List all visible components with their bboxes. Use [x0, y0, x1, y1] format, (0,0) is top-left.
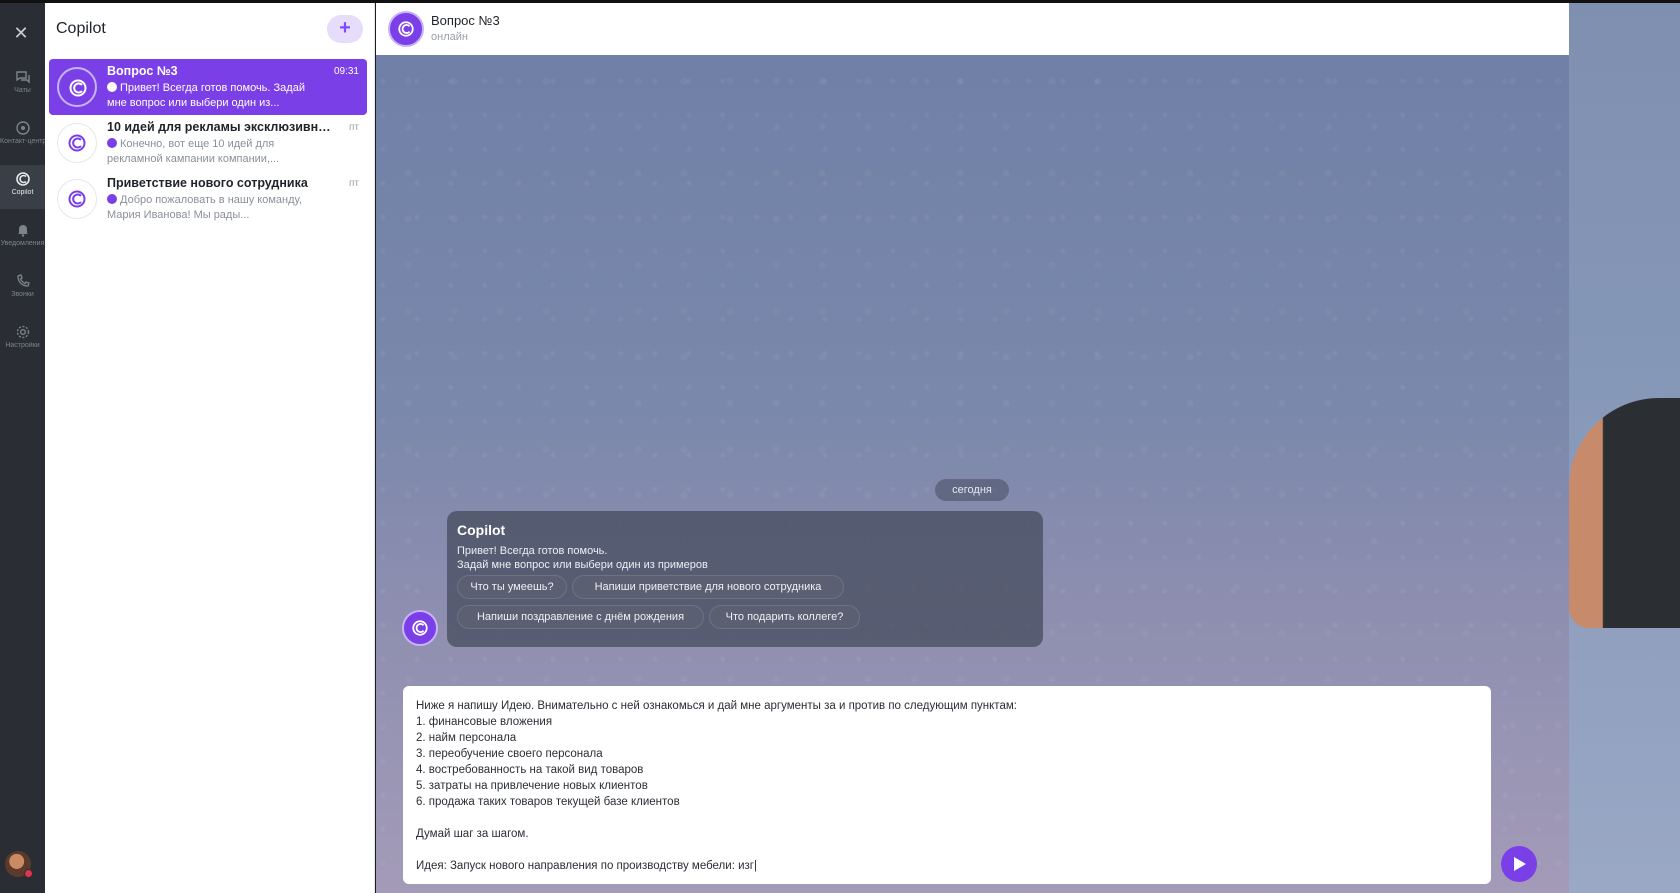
input-line: 1. финансовые вложения: [416, 716, 553, 728]
copilot-avatar: [57, 123, 97, 163]
copilot-avatar: [402, 610, 438, 646]
chat-time: 09:31: [333, 66, 359, 77]
rail-label: Copilot: [11, 189, 34, 196]
chat-preview: Привет! Всегда готов помочь. Задай мне в…: [107, 81, 327, 111]
chat-preview-text: Добро пожаловать в нашу команду, Мария И…: [107, 194, 302, 221]
input-line: Идея: Запуск нового направления по произ…: [416, 860, 757, 872]
chat-area: Вопрос №3 онлайн сегодня Copilot Привет!…: [376, 3, 1569, 893]
copilot-mini-icon: [107, 138, 117, 148]
copilot-icon: [412, 620, 428, 636]
copilot-mini-icon: [107, 194, 117, 204]
chat-list-item[interactable]: Вопрос №3 09:31 Привет! Всегда готов пом…: [49, 59, 367, 115]
rail-item-settings[interactable]: Настройки: [0, 318, 45, 362]
rail-item-copilot[interactable]: Copilot: [0, 165, 45, 209]
panel-title: Copilot: [56, 20, 106, 37]
suggestion-chip[interactable]: Что ты умеешь?: [457, 575, 567, 599]
rail-label: Контакт-центр: [0, 138, 45, 145]
chat-time: пт: [349, 178, 359, 189]
copilot-icon: [68, 134, 86, 152]
chat-list-item[interactable]: 10 идей для рекламы эксклюзивной ... пт …: [49, 115, 367, 171]
chat-list-item[interactable]: Приветствие нового сотрудника пт Добро п…: [49, 171, 367, 227]
new-chat-button[interactable]: +: [327, 15, 363, 43]
gear-icon: [16, 325, 29, 339]
send-icon: [1514, 857, 1526, 871]
person-figure: [1569, 398, 1680, 628]
chat-preview: Добро пожаловать в нашу команду, Мария И…: [107, 193, 327, 223]
bell-icon: [17, 225, 28, 237]
chat-preview: Конечно, вот еще 10 идей для рекламной к…: [107, 137, 327, 167]
message-line: Привет! Всегда готов помочь.: [457, 545, 608, 557]
status-dot: [24, 869, 33, 878]
input-line: [416, 842, 1476, 858]
copilot-avatar: [57, 67, 97, 107]
input-line: 6. продажа таких товаров текущей базе кл…: [416, 796, 680, 808]
input-line: Думай шаг за шагом.: [416, 828, 529, 840]
copilot-avatar: [57, 179, 97, 219]
message-line: Задай мне вопрос или выбери один из прим…: [457, 559, 708, 571]
input-line: Ниже я напишу Идею. Внимательно с ней оз…: [416, 700, 1017, 712]
chat-list-header: Copilot +: [45, 3, 374, 55]
input-line: 2. найм персонала: [416, 732, 517, 744]
chat-preview-text: Привет! Всегда готов помочь. Задай мне в…: [107, 82, 305, 109]
send-button[interactable]: [1501, 846, 1537, 882]
message-input-text: Ниже я напишу Идею. Внимательно с ней оз…: [416, 698, 1476, 874]
rail-item-chats[interactable]: Чаты: [0, 63, 45, 107]
close-button[interactable]: ✕: [6, 21, 36, 45]
chat-time: пт: [349, 122, 359, 133]
chat-title: Приветствие нового сотрудника: [107, 176, 308, 190]
nav-rail: ✕ Чаты Контакт-центр Copilot Уведомления…: [0, 3, 45, 893]
user-avatar[interactable]: [5, 851, 33, 878]
copilot-icon: [69, 79, 87, 97]
chat-preview-text: Конечно, вот еще 10 идей для рекламной к…: [107, 138, 280, 165]
copilot-icon: [68, 190, 86, 208]
rail-label: Чаты: [14, 87, 31, 94]
chat-bubbles-icon: [15, 71, 30, 84]
input-line: [416, 810, 1476, 826]
suggestion-chip[interactable]: Что подарить коллеге?: [709, 605, 860, 629]
rail-label: Уведомления: [0, 240, 45, 247]
chat-title: 10 идей для рекламы эксклюзивной ...: [107, 120, 332, 134]
suggestion-chip[interactable]: Напиши приветствие для нового сотрудника: [572, 575, 844, 599]
chat-title: Вопрос №3: [107, 64, 178, 78]
copilot-icon: [398, 21, 414, 37]
message-sender: Copilot: [457, 522, 506, 538]
rail-item-contact-center[interactable]: Контакт-центр: [0, 114, 45, 158]
input-line: 3. переобучение своего персонала: [416, 748, 603, 760]
copilot-avatar[interactable]: [388, 11, 424, 47]
rail-item-calls[interactable]: Звонки: [0, 267, 45, 311]
phone-icon: [16, 274, 30, 287]
background-outside-window: [1569, 3, 1680, 893]
input-line: 4. востребованность на такой вид товаров: [416, 764, 644, 776]
copilot-icon: [15, 172, 30, 186]
chat-header: Вопрос №3 онлайн: [376, 3, 1569, 55]
rail-item-notifications[interactable]: Уведомления: [0, 216, 45, 260]
chat-title: Вопрос №3: [431, 13, 500, 28]
message-input[interactable]: Ниже я напишу Идею. Внимательно с ней оз…: [403, 686, 1491, 884]
chat-list-panel: Copilot + Вопрос №3 09:31 Привет! Всегда…: [45, 3, 375, 893]
input-line: 5. затраты на привлечение новых клиентов: [416, 780, 648, 792]
rail-label: Звонки: [11, 291, 34, 298]
rail-label: Настройки: [5, 342, 40, 349]
message-bubble: Copilot Привет! Всегда готов помочь. Зад…: [447, 511, 1043, 647]
online-status: онлайн: [431, 31, 468, 43]
date-divider: сегодня: [935, 479, 1009, 501]
contact-center-icon: [15, 121, 30, 135]
message-text: Привет! Всегда готов помочь. Задай мне в…: [457, 544, 1017, 572]
copilot-mini-icon: [107, 82, 117, 92]
suggestion-chip[interactable]: Напиши поздравление с днём рождения: [457, 605, 704, 629]
